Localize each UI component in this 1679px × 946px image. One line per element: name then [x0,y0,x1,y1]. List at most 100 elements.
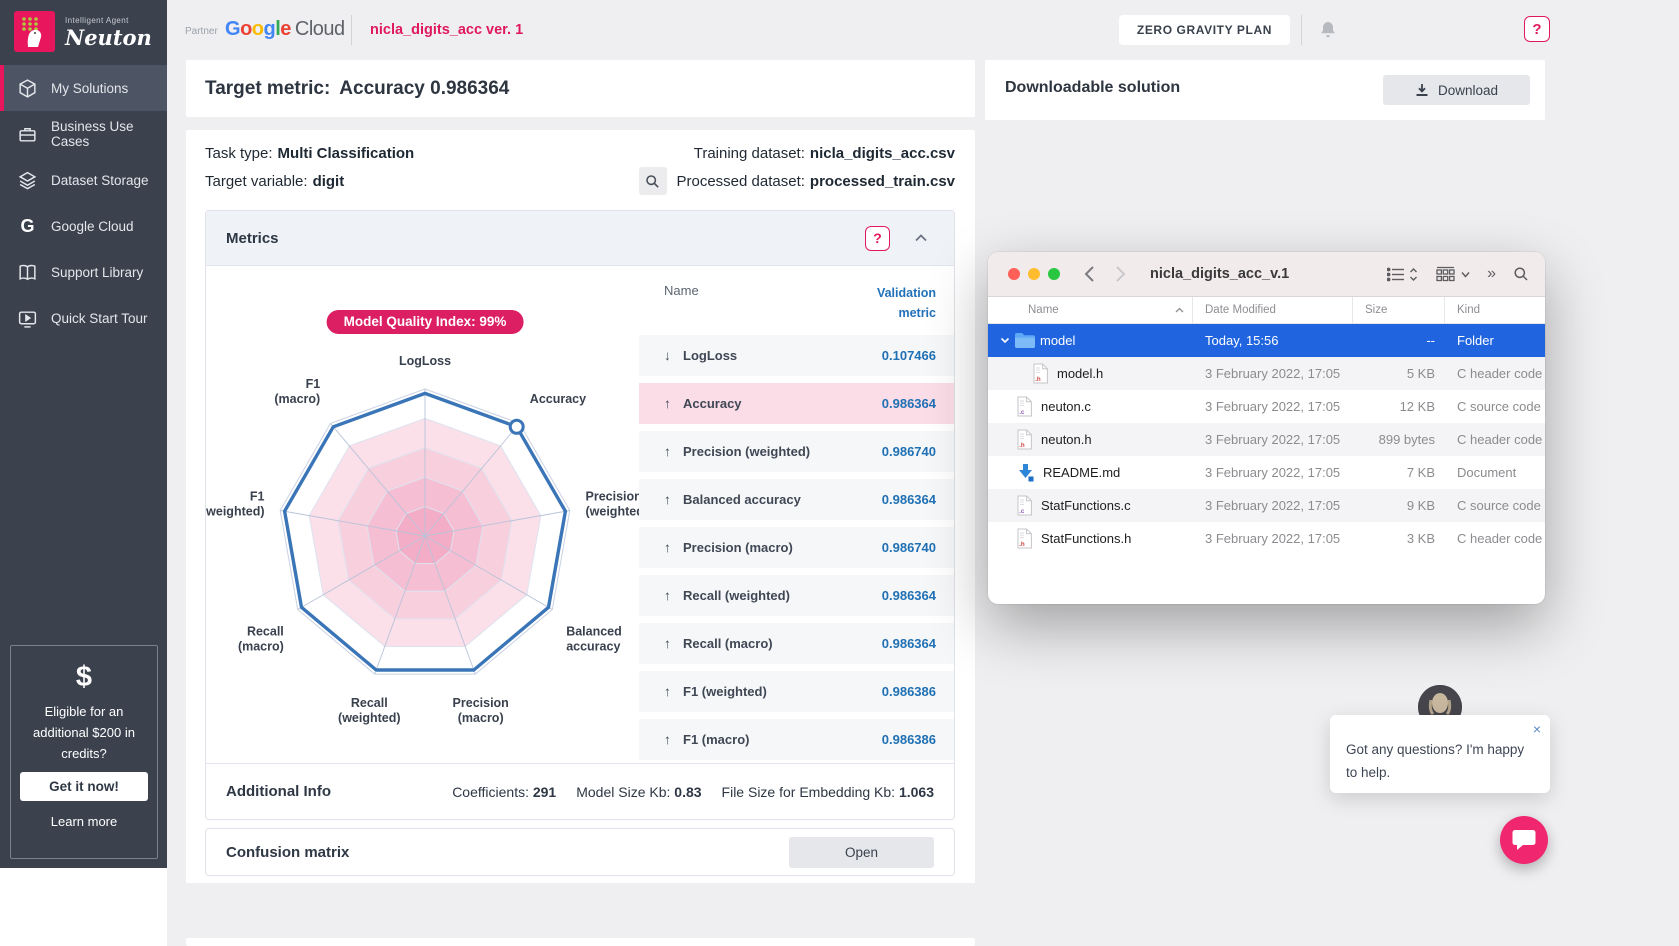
zoom-window-button[interactable] [1048,268,1060,280]
close-window-button[interactable] [1008,268,1020,280]
processed-dataset-label: Processed dataset: [677,173,805,190]
finder-row[interactable]: modelToday, 15:56--Folder [988,324,1545,357]
svg-text:Precision(macro): Precision(macro) [453,696,509,725]
help-button[interactable]: ? [1524,16,1550,42]
file-size-value: 1.063 [899,784,934,800]
file-size: 899 bytes [1353,432,1445,447]
list-view-icon[interactable] [1387,267,1418,282]
processed-dataset-value: processed_train.csv [810,173,955,190]
metrics-table-header: Name Validation metric [639,266,954,335]
file-kind: Document [1445,465,1545,480]
metric-row[interactable]: ↑Precision (weighted)0.986740 [639,431,954,472]
finder-row[interactable]: .hStatFunctions.h3 February 2022, 17:053… [988,522,1545,555]
file-name: model.h [1057,366,1103,381]
sidebar-item-business-use-cases[interactable]: Business Use Cases [0,111,167,157]
target-metric-card: Target metric: Accuracy 0.986364 [186,60,975,117]
metrics-help-button[interactable]: ? [865,226,890,251]
metric-row[interactable]: ↑F1 (macro)0.986386 [639,719,954,760]
metric-name: Balanced accuracy [683,492,882,507]
metric-row[interactable]: ↑Accuracy0.986364 [639,383,954,424]
plan-button[interactable]: ZERO GRAVITY PLAN [1119,15,1290,45]
sidebar-item-google-cloud[interactable]: G Google Cloud [0,203,167,249]
finder-row[interactable]: .hneuton.h3 February 2022, 17:05899 byte… [988,423,1545,456]
header-divider [1301,15,1302,45]
document-icon: .c [1016,495,1033,516]
metric-value: 0.986364 [882,396,936,411]
metrics-panel-header: Metrics ? [206,211,954,266]
get-it-now-button[interactable]: Get it now! [20,772,148,801]
promo-text: Eligible for an additional $200 in credi… [23,702,145,764]
finder-row[interactable]: .cStatFunctions.c3 February 2022, 17:059… [988,489,1545,522]
open-confusion-matrix-button[interactable]: Open [789,837,934,868]
training-dataset-label: Training dataset: [694,145,805,162]
finder-row[interactable]: README.md3 February 2022, 17:057 KBDocum… [988,456,1545,489]
metric-row[interactable]: ↓LogLoss0.107466 [639,335,954,376]
dollar-icon: $ [11,661,157,694]
finder-search-icon[interactable] [1513,266,1529,282]
finder-titlebar[interactable]: nicla_digits_acc_v.1 [988,252,1545,297]
metrics-table-rows: ↓LogLoss0.107466 ↑Accuracy0.986364 ↑Precis… [639,335,954,760]
bell-icon[interactable] [1319,20,1337,40]
metric-row[interactable]: ↑Recall (weighted)0.986364 [639,575,954,616]
chat-message: Got any questions? I'm happy to help. [1330,715,1550,785]
solution-card: Task type: Multi Classification Target v… [186,130,975,883]
download-icon [1415,83,1429,97]
download-button[interactable]: Download [1383,75,1530,105]
sidebar-item-my-solutions[interactable]: My Solutions [0,65,167,111]
radar-chart: LogLossAccuracyPrecision(weighted)Balanc… [206,336,646,764]
group-view-icon[interactable] [1435,266,1470,282]
sidebar-item-support-library[interactable]: Support Library [0,249,167,295]
arrow-up-icon: ↑ [664,636,683,651]
finder-row[interactable]: .cneuton.c3 February 2022, 17:0512 KBC s… [988,390,1545,423]
column-header-kind[interactable]: Kind [1445,297,1545,323]
target-variable-label: Target variable: [205,173,308,190]
file-kind: Folder [1445,333,1545,348]
training-dataset-value: nicla_digits_acc.csv [810,145,955,162]
coefficients-label: Coefficients: [452,784,529,800]
metrics-table: Name Validation metric ↓LogLoss0.107466 ↑… [639,266,954,767]
task-type-value: Multi Classification [278,145,415,162]
column-header-size[interactable]: Size [1353,297,1445,323]
metric-row[interactable]: ↑Recall (macro)0.986364 [639,623,954,664]
brand-name: Neuton [65,27,152,48]
model-size-label: Model Size Kb: [576,784,670,800]
minimize-window-button[interactable] [1028,268,1040,280]
sidebar-item-label: Dataset Storage [51,173,149,188]
arrow-up-icon: ↑ [664,684,683,699]
chat-launcher-button[interactable] [1500,816,1548,864]
next-section-peek [186,938,975,946]
column-header-name[interactable]: Name [988,297,1193,323]
sidebar-footer-area [0,868,167,946]
confusion-matrix-title: Confusion matrix [226,844,349,861]
target-metric-value: Accuracy 0.986364 [339,78,509,100]
metrics-title: Metrics [226,230,279,247]
file-size: -- [1353,333,1445,348]
forward-icon[interactable] [1115,265,1126,283]
finder-row[interactable]: .hmodel.h3 February 2022, 17:055 KBC hea… [988,357,1545,390]
metric-row[interactable]: ↑Precision (macro)0.986740 [639,527,954,568]
file-kind: C header code [1445,432,1545,447]
back-icon[interactable] [1084,265,1095,283]
svg-text:.c: .c [1019,409,1025,416]
metric-row[interactable]: ↑Balanced accuracy0.986364 [639,479,954,520]
sidebar-item-dataset-storage[interactable]: Dataset Storage [0,157,167,203]
close-icon[interactable]: × [1533,721,1541,737]
dataset-search-button[interactable] [639,167,667,195]
sidebar-item-quick-start-tour[interactable]: Quick Start Tour [0,295,167,341]
folder-icon [1014,332,1036,349]
column-header-date-modified[interactable]: Date Modified [1193,297,1353,323]
sidebar-item-label: Support Library [51,265,143,280]
svg-text:F1(weighted): F1(weighted) [206,490,265,519]
validation-metric-column-header[interactable]: Validation metric [860,283,936,323]
finder-window-title: nicla_digits_acc_v.1 [1150,266,1289,282]
collapse-chevron-up-icon[interactable] [914,233,928,243]
model-info-left: Task type: Multi Classification Target v… [205,139,414,195]
additional-info-title: Additional Info [226,783,331,800]
file-date: 3 February 2022, 17:05 [1193,465,1353,480]
cloud-logo-word: Cloud [295,18,345,40]
app-window: Intelligent Agent Neuton My Solutions Bu… [0,0,1679,946]
learn-more-link[interactable]: Learn more [11,814,157,829]
finder-column-headers: Name Date Modified Size Kind [988,297,1545,324]
more-toolbar-icon[interactable]: » [1487,266,1496,282]
metric-row[interactable]: ↑F1 (weighted)0.986386 [639,671,954,712]
